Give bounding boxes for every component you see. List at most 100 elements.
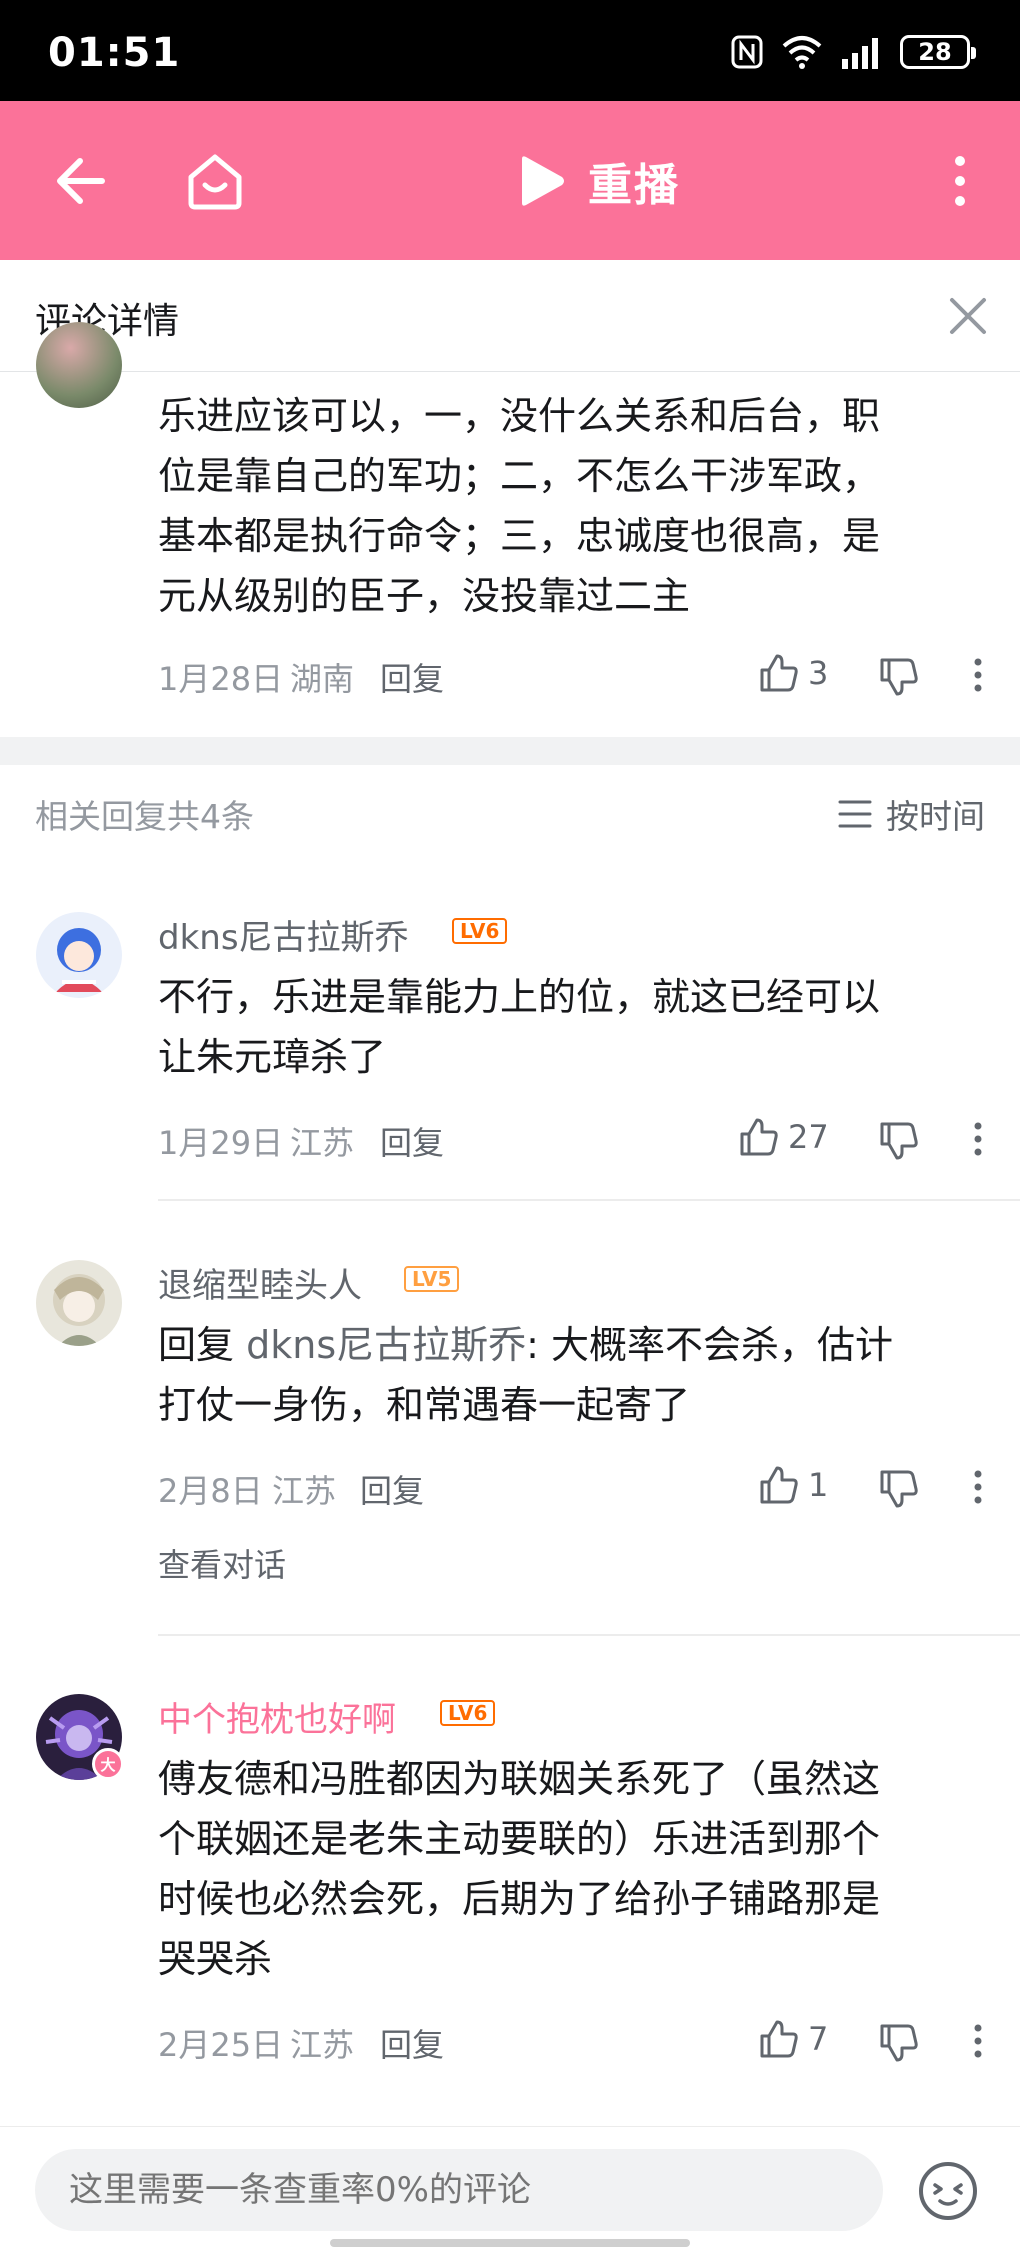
comment-location: 湖南: [290, 660, 355, 698]
comment-line: 让朱元璋杀了: [158, 1035, 387, 1079]
comment-text: 回复 dkns尼古拉斯乔: 大概率不会杀，估计 打仗一身伤，和常遇春一起寄了: [158, 1315, 978, 1435]
comment-line: 打仗一身伤，和常遇春一起寄了: [158, 1383, 691, 1427]
username[interactable]: dkns尼古拉斯乔: [158, 910, 409, 959]
close-button[interactable]: [936, 284, 1000, 348]
reply-prefix: 回复: [158, 1323, 235, 1367]
status-time: 01:51: [48, 30, 181, 76]
status-icons: 28: [730, 34, 976, 70]
like-count: 27: [788, 1118, 829, 1156]
dislike-button[interactable]: [878, 1468, 920, 1510]
reply-button[interactable]: 回复: [380, 1118, 444, 1164]
reply-button[interactable]: 回复: [380, 2020, 444, 2066]
comment-input-bar: [0, 2126, 1020, 2250]
comment-date: 2月8日: [158, 1472, 263, 1510]
home-icon: [188, 154, 242, 210]
sort-button[interactable]: 按时间: [838, 790, 985, 838]
comment-line: 傅友德和冯胜都因为联姻关系死了（虽然这: [158, 1757, 881, 1801]
avatar-image: [56, 928, 102, 992]
thumbs-down-icon: [880, 658, 918, 696]
comment-line: 位是靠自己的军功；二，不怎么干涉军政，: [158, 454, 881, 498]
thumbs-up-icon: [760, 654, 798, 692]
emoji-button[interactable]: [916, 2159, 980, 2223]
comment-more-button[interactable]: [958, 650, 998, 700]
home-indicator: [330, 2239, 690, 2247]
comment-more-button[interactable]: [958, 1114, 998, 1164]
username[interactable]: 退缩型睦头人: [158, 1258, 362, 1307]
thumbs-down-icon: [880, 1122, 918, 1160]
arrow-left-icon: [57, 158, 105, 204]
avatar[interactable]: [36, 1260, 122, 1346]
comment-input[interactable]: [35, 2149, 883, 2231]
like-button[interactable]: 27: [738, 1116, 829, 1158]
avatar[interactable]: [36, 912, 122, 998]
comment-line: 时候也必然会死，后期为了给孙子铺路那是: [158, 1877, 881, 1921]
list-icon: [838, 800, 872, 828]
battery-indicator: 28: [900, 35, 976, 69]
comment-line: 回复 dkns尼古拉斯乔: 大概率不会杀，估计: [158, 1315, 978, 1375]
signal-icon: [842, 38, 878, 69]
app-header: 重播: [0, 101, 1020, 260]
like-button[interactable]: 7: [758, 2018, 828, 2060]
comment-text: 傅友德和冯胜都因为联姻关系死了（虽然这 个联姻还是老朱主动要联的）乐进活到那个 …: [158, 1749, 988, 1989]
view-conversation-link[interactable]: 查看对话: [158, 1540, 286, 1586]
nfc-icon: [731, 35, 763, 69]
reply-button[interactable]: 回复: [380, 654, 444, 700]
reply-button[interactable]: 回复: [360, 1466, 424, 1512]
like-count: 1: [808, 1466, 829, 1504]
replies-count-label: 相关回复共4条: [35, 797, 254, 836]
emoji-icon: [919, 2162, 977, 2220]
more-vertical-icon: [974, 2024, 982, 2058]
comment-date: 1月29日: [158, 1124, 284, 1162]
wifi-icon: [782, 36, 822, 69]
username[interactable]: 中个抱枕也好啊: [158, 1692, 396, 1741]
avatar[interactable]: [36, 322, 122, 408]
avatar-image: [53, 1274, 105, 1346]
replay-button[interactable]: 重播: [516, 149, 680, 213]
close-icon: [950, 298, 986, 334]
comment-more-button[interactable]: [958, 1462, 998, 1512]
comment-line: 基本都是执行命令；三，忠诚度也很高，是: [158, 514, 881, 558]
comment-more-button[interactable]: [958, 2016, 998, 2066]
thumbs-up-icon: [760, 1466, 798, 1504]
title-bar: 评论详情: [0, 260, 1020, 372]
more-vertical-icon: [974, 1470, 982, 1504]
replay-label: 重播: [588, 160, 680, 211]
comment-location: 江苏: [290, 2026, 355, 2064]
comment-text: 不行，乐进是靠能力上的位，就这已经可以 让朱元璋杀了: [158, 967, 978, 1087]
level-badge: LV6: [440, 1700, 496, 1726]
status-bar: 01:51 28: [0, 0, 1020, 101]
dislike-button[interactable]: [878, 1120, 920, 1162]
comment-location: 江苏: [272, 1472, 337, 1510]
comment-line: 元从级别的臣子，没投靠过二主: [158, 574, 691, 618]
thumbs-up-icon: [760, 2020, 798, 2058]
more-vertical-icon: [955, 156, 965, 206]
like-count: 3: [808, 654, 829, 692]
sort-label: 按时间: [886, 797, 985, 836]
more-vertical-icon: [974, 1122, 982, 1156]
level-badge: LV6: [452, 918, 508, 944]
back-button[interactable]: [40, 141, 120, 221]
like-button[interactable]: 3: [758, 652, 828, 694]
reply-target-username[interactable]: dkns尼古拉斯乔: [246, 1323, 526, 1367]
like-count: 7: [808, 2020, 829, 2058]
comment-date: 2月25日: [158, 2026, 284, 2064]
thumbs-down-icon: [880, 2024, 918, 2062]
comment-line: 不行，乐进是靠能力上的位，就这已经可以: [158, 975, 881, 1019]
more-vertical-icon: [974, 658, 982, 692]
home-button[interactable]: [175, 141, 255, 221]
vip-badge: 大: [92, 1748, 124, 1780]
divider: [158, 1634, 1020, 1636]
like-button[interactable]: 1: [758, 1464, 828, 1506]
comment-line: 哭哭杀: [158, 1937, 273, 1981]
more-options-button[interactable]: [920, 141, 1000, 221]
divider: [158, 1199, 1020, 1201]
section-divider: [0, 737, 1020, 765]
dislike-button[interactable]: [878, 656, 920, 698]
comment-location: 江苏: [290, 1124, 355, 1162]
level-badge: LV5: [404, 1266, 460, 1292]
comment-text: 乐进应该可以，一，没什么关系和后台，职 位是靠自己的军功；二，不怎么干涉军政， …: [158, 386, 978, 626]
dislike-button[interactable]: [878, 2022, 920, 2064]
comment-line: 个联姻还是老朱主动要联的）乐进活到那个: [158, 1817, 881, 1861]
thumbs-up-icon: [740, 1118, 778, 1156]
play-icon: [522, 156, 564, 206]
